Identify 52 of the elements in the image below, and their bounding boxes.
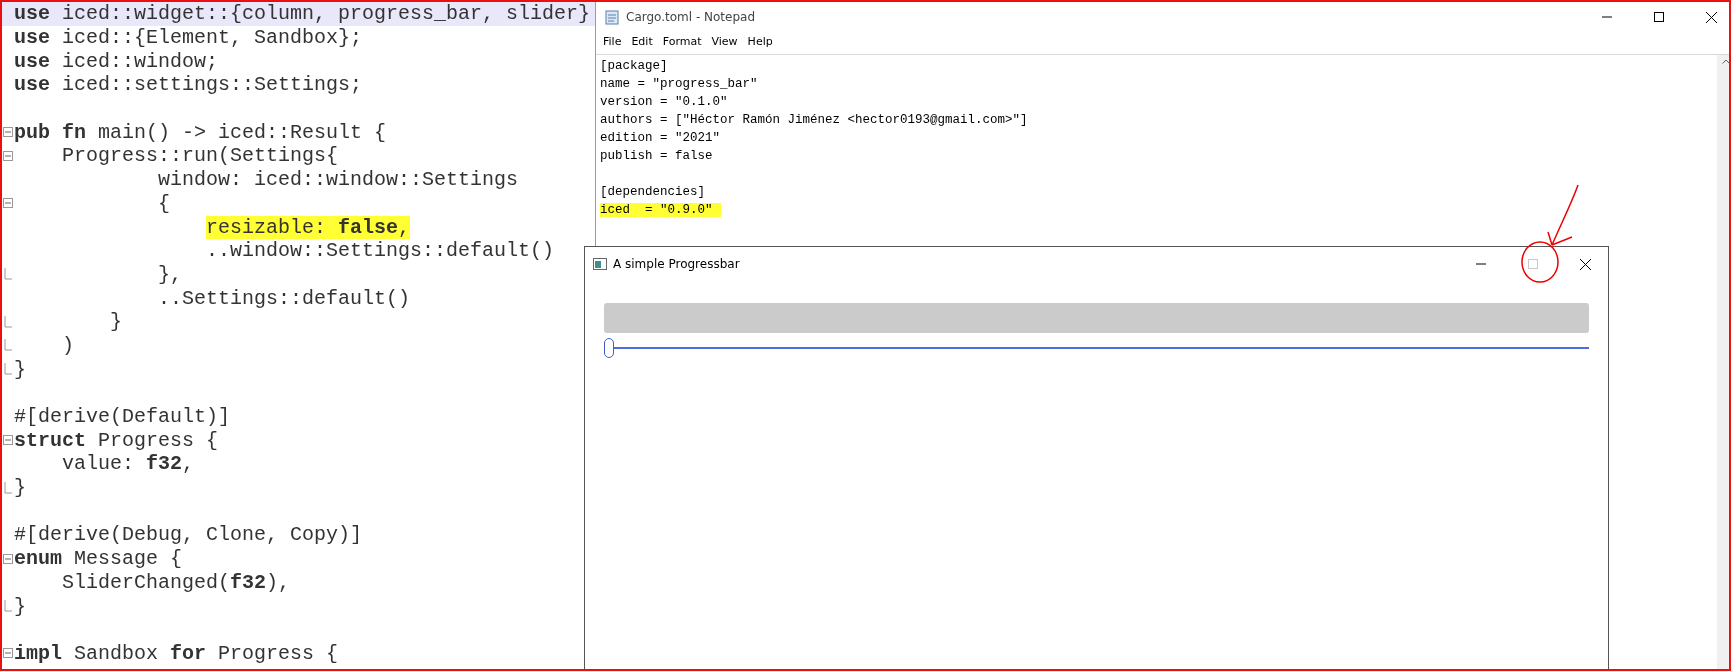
code-text: ) xyxy=(62,333,75,357)
code-text: } xyxy=(110,310,123,334)
fold-collapse-icon[interactable] xyxy=(3,648,13,659)
code-text: }, xyxy=(158,262,183,286)
fold-collapse-icon[interactable] xyxy=(3,553,13,564)
code-text: Progress::run(Settings{ xyxy=(62,144,339,168)
slider-thumb[interactable] xyxy=(604,338,614,358)
app-icon xyxy=(593,258,607,270)
menu-item[interactable]: Edit xyxy=(626,34,658,48)
menu-item[interactable]: File xyxy=(598,34,627,48)
fold-collapse-icon[interactable] xyxy=(3,198,13,209)
code-text: #[derive(Debug, Clone, Copy)] xyxy=(14,523,363,547)
code-text: use iced::window; xyxy=(14,49,219,73)
code-text: { xyxy=(158,191,171,215)
menu-item[interactable]: View xyxy=(706,34,743,48)
fold-collapse-icon[interactable] xyxy=(3,435,13,446)
code-text: use iced::settings::Settings; xyxy=(14,73,363,97)
code-text: #[derive(Default)] xyxy=(14,405,231,429)
code-text: enum Message { xyxy=(14,547,183,571)
window-title: A simple Progressbar xyxy=(613,257,741,271)
text-line: authors = ["Héctor Ramón Jiménez <hector0193@gmail.com>"] xyxy=(600,113,1028,127)
code-text: value: f32, xyxy=(62,452,195,476)
slider[interactable] xyxy=(604,337,1589,359)
menu-item[interactable]: Format xyxy=(657,34,707,48)
text-line: edition = "2021" xyxy=(600,131,721,145)
code-text: window: iced::window::Settings xyxy=(158,168,519,192)
code-text: ..Settings::default() xyxy=(158,286,411,310)
notepad-icon xyxy=(604,9,620,25)
code-text: } xyxy=(14,476,26,500)
text-line: publish = false xyxy=(600,149,713,163)
code-text: } xyxy=(14,594,26,618)
menu-item[interactable]: Help xyxy=(742,34,778,48)
code-text: } xyxy=(14,357,26,381)
close-icon xyxy=(1705,11,1717,23)
code-text: resizable: false, xyxy=(206,215,411,239)
maximize-icon xyxy=(1654,12,1664,22)
code-text: ..window::Settings::default() xyxy=(206,239,555,263)
fold-collapse-icon[interactable] xyxy=(3,127,13,138)
text-line: [dependencies] xyxy=(600,185,706,199)
scroll-up-icon[interactable] xyxy=(1721,59,1729,64)
close-icon xyxy=(1579,258,1591,270)
text-line: version = "0.1.0" xyxy=(600,95,728,109)
code-text: use iced::{Element, Sandbox}; xyxy=(14,26,363,50)
fold-collapse-icon[interactable] xyxy=(3,150,13,161)
code-text: pub fn main() -> iced::Result { xyxy=(14,120,387,144)
code-text: SliderChanged(f32), xyxy=(62,570,291,594)
code-text: impl Sandbox for Progress { xyxy=(14,641,339,665)
text-line: name = "progress_bar" xyxy=(600,77,758,91)
text-line: [package] xyxy=(600,59,668,73)
window-title: Cargo.toml - Notepad xyxy=(626,10,757,24)
code-text: use iced::widget::{column, progress_bar, slider} xyxy=(14,2,591,26)
code-text: struct Progress { xyxy=(14,428,219,452)
